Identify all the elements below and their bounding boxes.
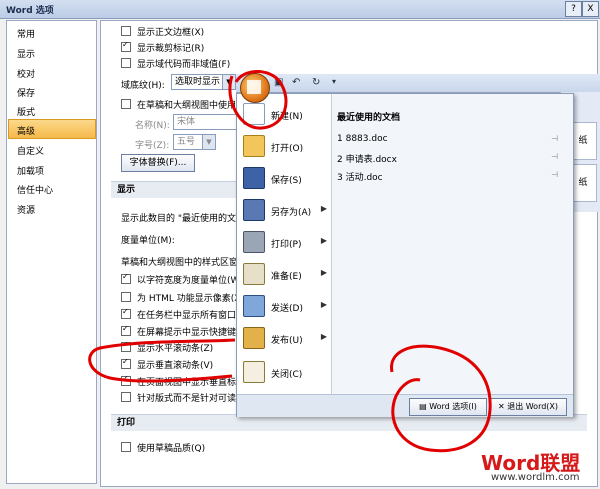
annotation-circle-office-button [228,70,288,130]
watermark-url: www.wordlm.com [491,472,580,483]
annotation-stroke-scrollbar-option [88,338,236,383]
annotation-circle-word-options [390,344,492,453]
red-annotation-overlay [88,70,492,453]
